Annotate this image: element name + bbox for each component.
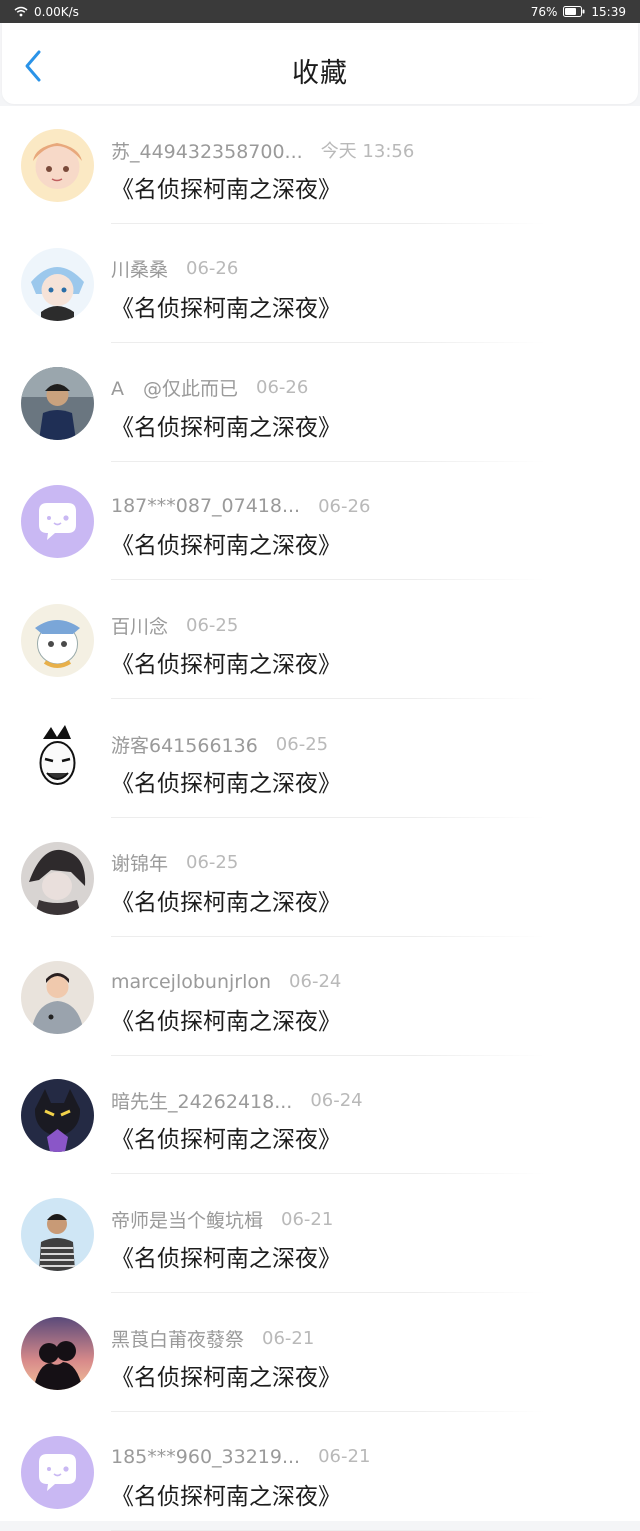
nav-bar: 收藏: [2, 23, 638, 104]
anime-girl-avatar[interactable]: [21, 129, 94, 202]
list-item[interactable]: 谢锦年 06-25 《名侦探柯南之深夜》: [0, 819, 640, 937]
child-photo-avatar-image: [21, 960, 94, 1034]
username[interactable]: 185***960_33219...: [111, 1446, 300, 1468]
favorite-title: 《名侦探柯南之深夜》: [111, 771, 341, 797]
favorite-title: 《名侦探柯南之深夜》: [111, 414, 341, 441]
timestamp: 06-21: [318, 1446, 371, 1468]
favorite-title: 《名侦探柯南之深夜》: [111, 1127, 341, 1154]
favorite-title: 《名侦探柯南之深夜》: [111, 1246, 341, 1273]
purple-character-avatar[interactable]: [21, 1079, 94, 1153]
item-meta: 川桑桑 06-26: [111, 256, 238, 282]
item-meta: 苏_449432358700... 今天 13:56: [111, 137, 414, 163]
timestamp: 06-25: [186, 852, 239, 874]
clock: 15:39: [591, 4, 626, 19]
status-bar: 0.00K/s 76% 15:39: [0, 0, 640, 23]
timestamp: 06-26: [186, 258, 239, 280]
timestamp: 06-21: [281, 1208, 334, 1230]
status-left: 0.00K/s: [14, 5, 79, 19]
timestamp: 06-24: [310, 1089, 363, 1111]
item-meta: 187***087_07418... 06-26: [111, 493, 370, 519]
list-item[interactable]: 暗先生_24262418... 06-24 《名侦探柯南之深夜》: [0, 1056, 640, 1175]
favorite-title: 《名侦探柯南之深夜》: [111, 533, 341, 560]
favorite-title: 《名侦探柯南之深夜》: [111, 295, 341, 322]
item-meta: 185***960_33219... 06-21: [111, 1444, 370, 1470]
timestamp: 06-25: [275, 733, 329, 755]
favorites-list: 苏_449432358700... 今天 13:56 《名侦探柯南之深夜》 川桑…: [0, 106, 640, 1531]
username[interactable]: 帝师是当个鳆坑楫: [111, 1206, 263, 1233]
timestamp: 06-26: [256, 377, 309, 399]
item-meta: 帝师是当个鳆坑楫 06-21: [111, 1206, 333, 1232]
favorite-title: 《名侦探柯南之深夜》: [111, 889, 341, 916]
anime-boy-avatar[interactable]: [21, 247, 94, 321]
favorite-title: 《名侦探柯南之深夜》: [111, 1365, 341, 1391]
battery-level: 76%: [530, 4, 558, 19]
dark-anime-avatar-image: [21, 841, 94, 915]
item-meta: 谢锦年 06-25: [111, 850, 238, 876]
list-item[interactable]: marcejlobunjrlon 06-24 《名侦探柯南之深夜》: [0, 938, 640, 1056]
default-chat-avatar[interactable]: [21, 485, 94, 559]
sunset-couple-avatar-image: [21, 1317, 94, 1390]
username[interactable]: 苏_449432358700...: [111, 137, 303, 164]
dark-anime-avatar[interactable]: [21, 841, 94, 915]
cartoon-cat-avatar[interactable]: [21, 604, 94, 678]
child-photo-avatar[interactable]: [21, 960, 94, 1034]
photo-man-avatar[interactable]: [21, 366, 94, 440]
username[interactable]: 游客641566136: [111, 731, 258, 758]
list-item[interactable]: 黑莨白莆夜蕟祭 06-21 《名侦探柯南之深夜》: [0, 1294, 640, 1412]
timestamp: 今天 13:56: [320, 141, 415, 162]
username[interactable]: 黑莨白莆夜蕟祭: [111, 1325, 244, 1352]
username[interactable]: marcejlobunjrlon: [111, 971, 271, 993]
list-item[interactable]: 185***960_33219... 06-21 《名侦探柯南之深夜》: [0, 1413, 640, 1531]
cartoon-cat-avatar-image: [21, 604, 94, 678]
photo-man-avatar-image: [21, 366, 94, 440]
timestamp: 06-26: [318, 495, 371, 517]
wifi-icon: [14, 6, 28, 17]
item-meta: A @仅此而已 06-26: [111, 375, 308, 401]
username[interactable]: 187***087_07418...: [111, 495, 300, 517]
timestamp: 06-21: [262, 1327, 315, 1349]
favorite-title: 《名侦探柯南之深夜》: [111, 177, 341, 203]
sketch-face-avatar[interactable]: [21, 723, 94, 796]
network-speed: 0.00K/s: [34, 4, 79, 19]
sketch-face-avatar-image: [21, 723, 94, 796]
anime-boy-avatar-image: [21, 247, 94, 321]
default-chat-avatar-image: [21, 1435, 94, 1509]
favorite-title: 《名侦探柯南之深夜》: [111, 1483, 341, 1510]
item-meta: 黑莨白莆夜蕟祭 06-21: [111, 1325, 314, 1351]
username[interactable]: 暗先生_24262418...: [111, 1087, 292, 1114]
list-item[interactable]: 百川念 06-25 《名侦探柯南之深夜》: [0, 581, 640, 700]
list-item[interactable]: A @仅此而已 06-26 《名侦探柯南之深夜》: [0, 344, 640, 462]
list-item[interactable]: 187***087_07418... 06-26 《名侦探柯南之深夜》: [0, 462, 640, 581]
timestamp: 06-25: [186, 614, 239, 636]
sunset-couple-avatar[interactable]: [21, 1317, 94, 1390]
username[interactable]: 百川念: [111, 612, 168, 639]
item-meta: 游客641566136 06-25: [111, 731, 328, 757]
item-meta: 暗先生_24262418... 06-24: [111, 1087, 363, 1113]
username[interactable]: 川桑桑: [111, 255, 168, 282]
boy-photo-avatar-image: [21, 1198, 94, 1272]
anime-girl-avatar-image: [21, 129, 94, 202]
list-item[interactable]: 苏_449432358700... 今天 13:56 《名侦探柯南之深夜》: [0, 106, 640, 224]
favorite-title: 《名侦探柯南之深夜》: [111, 652, 341, 679]
timestamp: 06-24: [289, 971, 342, 993]
status-right: 76% 15:39: [531, 5, 626, 19]
boy-photo-avatar[interactable]: [21, 1198, 94, 1272]
page-title: 收藏: [292, 58, 348, 89]
battery-icon: [563, 6, 585, 17]
favorite-title: 《名侦探柯南之深夜》: [111, 1008, 341, 1035]
list-item[interactable]: 帝师是当个鳆坑楫 06-21 《名侦探柯南之深夜》: [0, 1175, 640, 1294]
default-chat-avatar[interactable]: [21, 1435, 94, 1509]
username[interactable]: 谢锦年: [111, 849, 168, 876]
list-item[interactable]: 川桑桑 06-26 《名侦探柯南之深夜》: [0, 225, 640, 343]
username[interactable]: A @仅此而已: [111, 374, 238, 401]
item-meta: marcejlobunjrlon 06-24: [111, 969, 341, 995]
default-chat-avatar-image: [21, 485, 94, 559]
purple-character-avatar-image: [21, 1079, 94, 1153]
list-item[interactable]: 游客641566136 06-25 《名侦探柯南之深夜》: [0, 700, 640, 818]
item-meta: 百川念 06-25: [111, 612, 238, 638]
